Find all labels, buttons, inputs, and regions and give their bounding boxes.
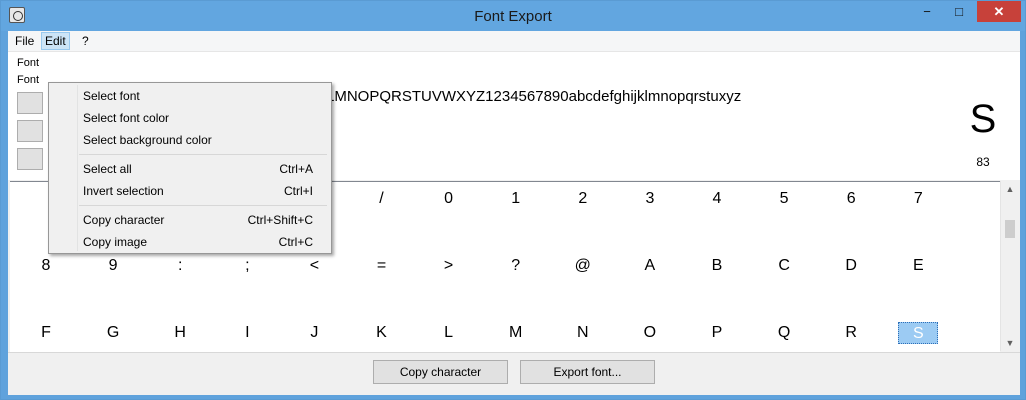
- char-cell[interactable]: L: [429, 322, 469, 344]
- vertical-scrollbar[interactable]: ▲ ▼: [1000, 181, 1019, 351]
- char-cell[interactable]: K: [362, 322, 402, 344]
- scroll-up-icon[interactable]: ▲: [1001, 181, 1019, 197]
- menu-file[interactable]: File: [12, 33, 37, 49]
- char-cell[interactable]: ;: [227, 255, 267, 277]
- char-cell[interactable]: C: [764, 255, 804, 277]
- char-cell[interactable]: 0: [429, 188, 469, 210]
- title-bar: Font Export − □ ✕: [1, 1, 1025, 31]
- font-label: Font: [17, 57, 40, 69]
- char-cell[interactable]: M: [496, 322, 536, 344]
- char-cell[interactable]: F: [26, 322, 66, 344]
- char-cell[interactable]: 1: [496, 188, 536, 210]
- char-cell[interactable]: :: [160, 255, 200, 277]
- menu-separator: [79, 154, 327, 155]
- char-cell[interactable]: =: [362, 255, 402, 277]
- window-title: Font Export: [474, 8, 552, 25]
- menu-item-copy-character[interactable]: Copy character Ctrl+Shift+C: [51, 209, 329, 231]
- char-cell[interactable]: /: [362, 188, 402, 210]
- menu-item-select-background-color[interactable]: Select background color: [51, 129, 329, 151]
- char-cell[interactable]: >: [429, 255, 469, 277]
- char-cell[interactable]: R: [831, 322, 871, 344]
- char-cell[interactable]: 3: [630, 188, 670, 210]
- char-cell[interactable]: A: [630, 255, 670, 277]
- char-cell[interactable]: J: [294, 322, 334, 344]
- selected-char-code: 83: [976, 155, 990, 169]
- char-cell[interactable]: Q: [764, 322, 804, 344]
- char-cell[interactable]: @: [563, 255, 603, 277]
- minimize-button[interactable]: −: [913, 1, 941, 22]
- app-window: Font Export − □ ✕ File Edit ? Font Font …: [0, 0, 1026, 400]
- char-cell[interactable]: 8: [26, 255, 66, 277]
- menu-separator: [79, 205, 327, 206]
- selected-char-preview: S: [969, 97, 997, 141]
- scroll-down-icon[interactable]: ▼: [1001, 335, 1019, 351]
- char-cell[interactable]: P: [697, 322, 737, 344]
- char-cell[interactable]: ?: [496, 255, 536, 277]
- menu-help[interactable]: ?: [79, 33, 92, 49]
- char-cell[interactable]: 9: [93, 255, 133, 277]
- char-cell[interactable]: N: [563, 322, 603, 344]
- preview-button-3[interactable]: [17, 148, 43, 170]
- char-cell[interactable]: S: [898, 322, 939, 344]
- menu-item-select-font[interactable]: Select font: [51, 85, 329, 107]
- char-cell[interactable]: D: [831, 255, 871, 277]
- font-size-label: Font: [17, 74, 40, 86]
- char-cell[interactable]: I: [227, 322, 267, 344]
- maximize-button[interactable]: □: [945, 1, 973, 22]
- menu-item-invert-selection[interactable]: Invert selection Ctrl+I: [51, 180, 329, 202]
- char-cell[interactable]: 2: [563, 188, 603, 210]
- sample-text: LMNOPQRSTUVWXYZ1234567890abcdefghijklmno…: [326, 88, 742, 105]
- scroll-thumb[interactable]: [1005, 220, 1015, 238]
- char-cell[interactable]: E: [898, 255, 938, 277]
- close-button[interactable]: ✕: [977, 1, 1021, 22]
- menu-bar: File Edit ?: [8, 31, 1020, 52]
- char-cell[interactable]: 6: [831, 188, 871, 210]
- char-cell[interactable]: <: [294, 255, 334, 277]
- export-font-button[interactable]: Export font...: [520, 360, 655, 384]
- char-cell[interactable]: B: [697, 255, 737, 277]
- char-cell[interactable]: H: [160, 322, 200, 344]
- menu-edit[interactable]: Edit: [41, 32, 70, 50]
- char-cell[interactable]: O: [630, 322, 670, 344]
- copy-character-button[interactable]: Copy character: [373, 360, 508, 384]
- menu-item-select-all[interactable]: Select all Ctrl+A: [51, 158, 329, 180]
- char-cell[interactable]: 7: [898, 188, 938, 210]
- char-cell[interactable]: 5: [764, 188, 804, 210]
- menu-item-select-font-color[interactable]: Select font color: [51, 107, 329, 129]
- client-area: File Edit ? Font Font LMNOPQRSTUVWXYZ123…: [8, 31, 1020, 395]
- char-cell[interactable]: G: [93, 322, 133, 344]
- preview-button-1[interactable]: [17, 92, 43, 114]
- preview-button-2[interactable]: [17, 120, 43, 142]
- bottom-button-bar: Copy character Export font...: [8, 352, 1020, 395]
- edit-menu-dropdown: Select font Select font color Select bac…: [48, 82, 332, 254]
- char-cell[interactable]: 4: [697, 188, 737, 210]
- menu-item-copy-image[interactable]: Copy image Ctrl+C: [51, 231, 329, 253]
